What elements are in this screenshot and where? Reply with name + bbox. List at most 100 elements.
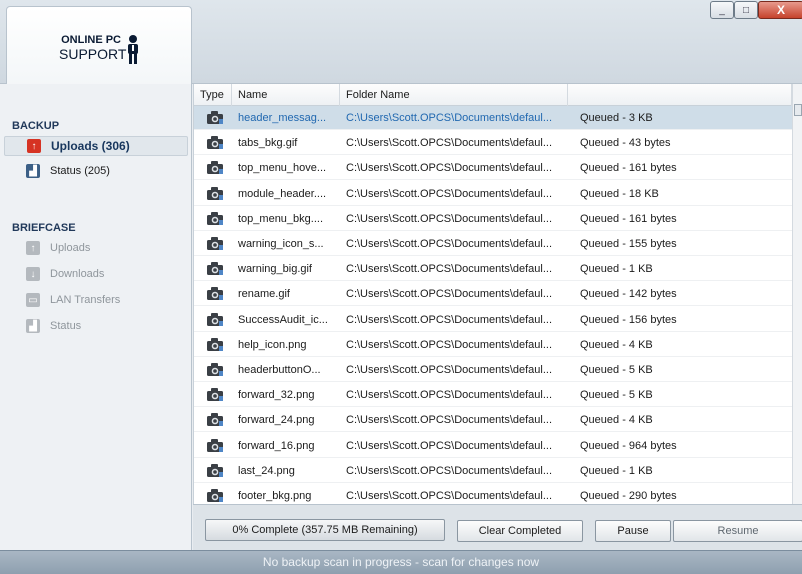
type-cell [194,282,232,306]
table-row[interactable]: SuccessAudit_ic... C:\Users\Scott.OPCS\Do… [194,308,792,332]
folder-name-cell: C:\Users\Scott.OPCS\Documents\defaul... [346,364,553,376]
upload-status-cell: Queued - 1 KB [580,263,653,276]
table-row[interactable]: forward_16.png C:\Users\Scott.OPCS\Docume… [194,434,792,458]
table-row[interactable]: warning_big.gif C:\Users\Scott.OPCS\Docum… [194,257,792,282]
table-row[interactable]: help_icon.png C:\Users\Scott.OPCS\Documen… [194,333,792,357]
table-row[interactable]: module_header.... C:\Users\Scott.OPCS\Doc… [194,182,792,206]
upload-arrow-icon: ↑ [26,241,40,255]
camera-file-icon [207,287,223,301]
logo-tab: ONLINE PC SUPPORT [6,6,192,88]
camera-file-icon [207,438,223,452]
type-cell [194,308,232,332]
file-name-cell: top_menu_hove... [238,162,327,175]
sidebar-item-backup-status[interactable]: ▟ Status (205) [4,161,188,181]
backup-section-title: BACKUP [12,120,60,132]
file-name-cell: header_messag... [238,112,327,124]
pause-button[interactable]: Pause [595,520,671,542]
file-name-cell: last_24.png [238,464,295,477]
folder-name-cell: C:\Users\Scott.OPCS\Documents\defaul... [346,439,553,452]
type-cell [194,358,232,382]
sidebar-item-label: Downloads [50,268,105,280]
folder-name-cell: C:\Users\Scott.OPCS\Documents\defaul... [346,137,553,150]
camera-file-icon [207,489,223,502]
minimize-icon: _ [719,4,725,16]
camera-file-icon [207,388,223,402]
maximize-icon: □ [742,4,750,16]
file-name-cell: tabs_bkg.gif [238,137,298,150]
upload-status-cell: Queued - 161 bytes [580,212,677,225]
online-pc-support-logo: ONLINE PC SUPPORT [59,34,145,74]
vertical-scrollbar[interactable] [792,84,802,504]
folder-name-cell: C:\Users\Scott.OPCS\Documents\defaul... [346,238,553,250]
file-name-cell: rename.gif [238,288,290,301]
table-row[interactable]: last_24.png C:\Users\Scott.OPCS\Documents… [194,459,792,483]
folder-name-cell: C:\Users\Scott.OPCS\Documents\defaul... [346,414,553,427]
upload-status-cell: Queued - 156 bytes [580,313,677,326]
folder-name-cell: C:\Users\Scott.OPCS\Documents\defaul... [346,212,553,225]
clear-completed-button[interactable]: Clear Completed [457,520,583,542]
folder-name-cell: C:\Users\Scott.OPCS\Documents\defaul... [346,389,553,402]
table-row[interactable]: forward_32.png C:\Users\Scott.OPCS\Docume… [194,383,792,408]
minimize-button[interactable]: _ [710,1,734,19]
camera-file-icon [207,237,223,250]
column-header-name[interactable]: Name [232,84,340,106]
table-row[interactable]: tabs_bkg.gif C:\Users\Scott.OPCS\Document… [194,131,792,156]
column-header-type[interactable]: Type [194,84,232,106]
sidebar-item-briefcase-downloads[interactable]: ↓ Downloads [4,264,188,284]
upload-status-cell: Queued - 4 KB [580,414,653,427]
folder-name-cell: C:\Users\Scott.OPCS\Documents\defaul... [346,288,553,301]
status-chart-icon: ▟ [26,164,40,178]
column-header-folder[interactable]: Folder Name [340,84,568,106]
upload-status-cell: Queued - 4 KB [580,338,653,351]
upload-status-cell: Queued - 161 bytes [580,162,677,175]
type-cell [194,131,232,155]
file-name-cell: footer_bkg.png [238,490,312,502]
sidebar-item-backup-uploads[interactable]: ↑ Uploads (306) [4,136,188,156]
column-header-status[interactable] [568,84,792,106]
scan-status-text[interactable]: No backup scan in progress - scan for ch… [0,555,802,569]
status-chart-icon: ▟ [26,319,40,333]
camera-file-icon [207,262,223,276]
maximize-button[interactable]: □ [734,1,758,19]
sidebar-item-briefcase-status[interactable]: ▟ Status [4,316,188,336]
briefcase-section-title: BRIEFCASE [12,222,76,234]
progress-label: 0% Complete (357.75 MB Remaining) [232,524,418,536]
camera-file-icon [207,186,223,200]
type-cell [194,106,232,130]
progress-bar: 0% Complete (357.75 MB Remaining) [205,519,445,541]
logo-line2: SUPPORT [59,46,127,62]
bottom-toolbar: 0% Complete (357.75 MB Remaining) Clear … [193,504,802,550]
table-row[interactable]: footer_bkg.png C:\Users\Scott.OPCS\Docume… [194,484,792,504]
camera-file-icon [207,312,223,326]
sidebar-item-lan-transfers[interactable]: ▭ LAN Transfers [4,290,188,310]
type-cell [194,182,232,206]
table-row[interactable]: top_menu_bkg.... C:\Users\Scott.OPCS\Docu… [194,207,792,231]
camera-file-icon [207,136,223,150]
logo-line1: ONLINE PC [61,34,121,46]
camera-file-icon [207,413,223,427]
sidebar-item-label: Uploads (306) [51,139,130,153]
file-name-cell: warning_icon_s... [238,238,324,250]
scrollbar-thumb[interactable] [794,104,802,116]
table-row[interactable]: forward_24.png C:\Users\Scott.OPCS\Docume… [194,408,792,433]
sidebar-item-briefcase-uploads[interactable]: ↑ Uploads [4,238,188,258]
file-name-cell: headerbuttonO... [238,364,321,376]
resume-button[interactable]: Resume [673,520,802,542]
table-row[interactable]: warning_icon_s... C:\Users\Scott.OPCS\Doc… [194,232,792,256]
file-name-cell: help_icon.png [238,338,307,351]
camera-file-icon [207,337,223,351]
status-bar[interactable]: No backup scan in progress - scan for ch… [0,550,802,574]
upload-arrow-icon: ↑ [27,139,41,153]
upload-status-cell: Queued - 3 KB [580,112,653,124]
type-cell [194,257,232,281]
table-row[interactable]: rename.gif C:\Users\Scott.OPCS\Documents\… [194,282,792,307]
file-name-cell: forward_24.png [238,414,315,427]
upload-status-cell: Queued - 964 bytes [580,439,677,452]
upload-status-cell: Queued - 290 bytes [580,490,677,502]
file-name-cell: top_menu_bkg.... [238,212,324,225]
table-row[interactable]: header_messag... C:\Users\Scott.OPCS\Docu… [194,106,792,130]
type-cell [194,459,232,483]
close-button[interactable]: X [758,1,802,19]
table-row[interactable]: headerbuttonO... C:\Users\Scott.OPCS\Docu… [194,358,792,382]
table-row[interactable]: top_menu_hove... C:\Users\Scott.OPCS\Docu… [194,156,792,181]
